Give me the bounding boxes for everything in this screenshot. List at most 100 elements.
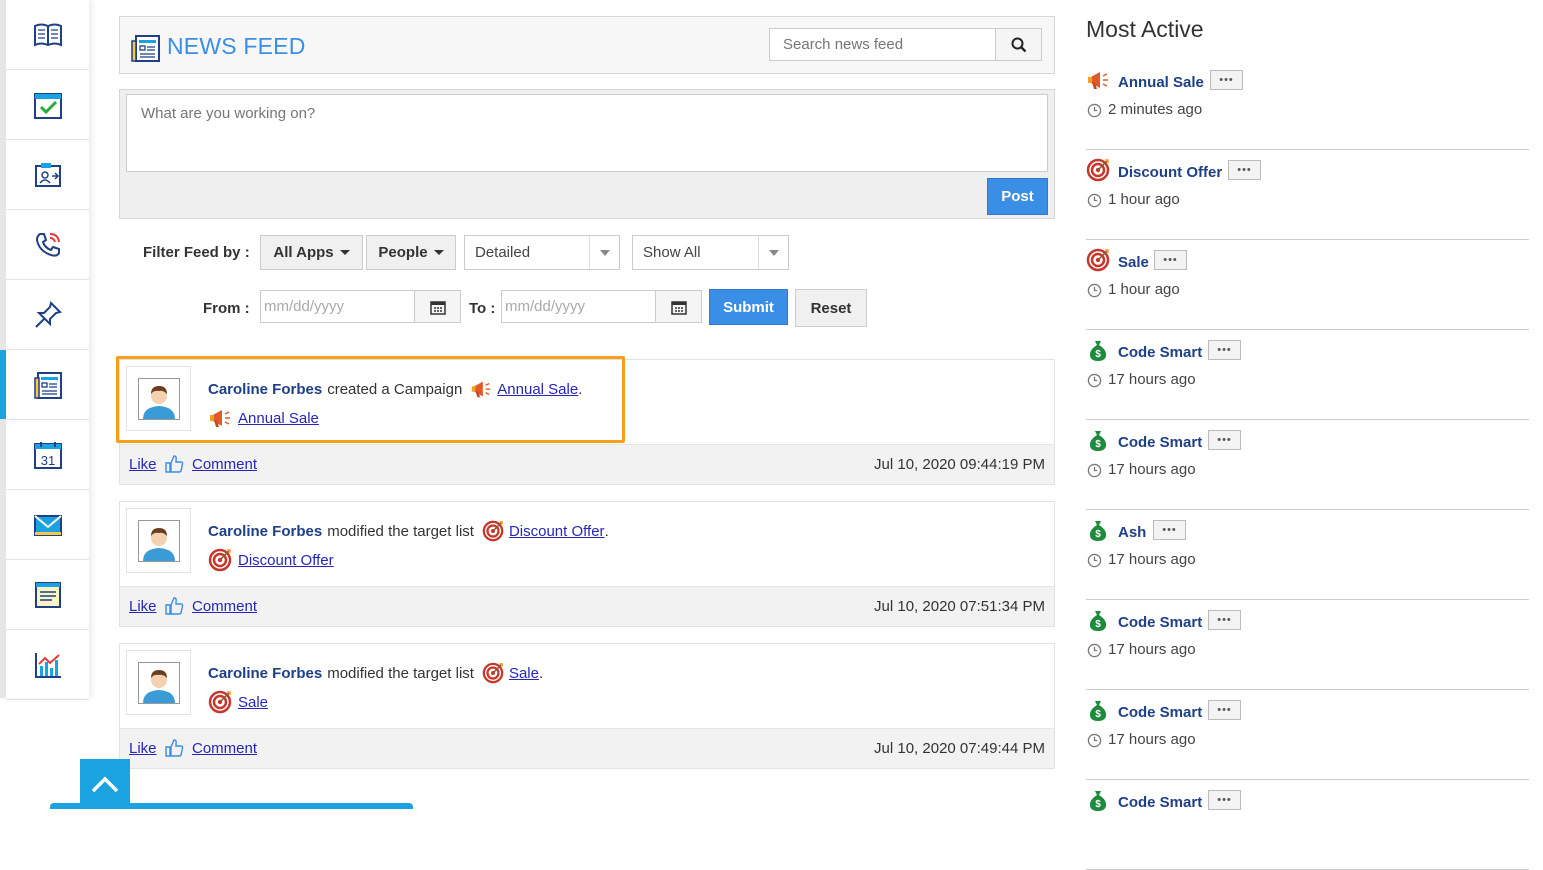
date-row: From : mm/dd/yyyy To : mm/dd/yyyy Submit… [119, 289, 1055, 327]
caret-down-icon [339, 250, 350, 255]
more-options-button[interactable]: ••• [1208, 700, 1241, 720]
avatar[interactable] [126, 366, 191, 431]
comment-link[interactable]: Comment [192, 740, 257, 757]
submit-button[interactable]: Submit [709, 289, 788, 325]
most-active-item: $ Code Smart ••• 17 hours ago [1086, 690, 1529, 780]
target-list-link[interactable]: Sale [509, 665, 539, 682]
email-icon [33, 514, 62, 536]
thumbs-up-icon[interactable] [164, 596, 184, 616]
most-active-name[interactable]: Code Smart [1118, 434, 1202, 451]
most-active-name[interactable]: Sale [1118, 254, 1149, 271]
more-options-button[interactable]: ••• [1208, 610, 1241, 630]
avatar[interactable] [126, 508, 191, 573]
feed-post-headline: Caroline Forbes modified the target list… [208, 520, 609, 542]
most-active-name[interactable]: Code Smart [1118, 614, 1202, 631]
calendar-check-icon [33, 92, 62, 119]
comment-link[interactable]: Comment [192, 456, 257, 473]
contact-card-icon [34, 162, 61, 187]
from-date-field[interactable]: mm/dd/yyyy [260, 290, 461, 323]
clock-icon [1087, 463, 1102, 478]
campaign-link[interactable]: Annual Sale [497, 381, 578, 398]
actor-name[interactable]: Caroline Forbes [208, 381, 322, 398]
sidebar-item-email[interactable] [6, 490, 89, 560]
to-date-field[interactable]: mm/dd/yyyy [501, 290, 702, 323]
more-options-button[interactable]: ••• [1154, 250, 1187, 270]
campaign-attachment-link[interactable]: Annual Sale [238, 410, 319, 427]
more-options-button[interactable]: ••• [1228, 160, 1261, 180]
feed-post-attachment: Annual Sale [208, 406, 319, 430]
reset-button[interactable]: Reset [795, 289, 867, 327]
action-text: created a Campaign [327, 380, 463, 398]
most-active-name[interactable]: Code Smart [1118, 704, 1202, 721]
sidebar-item-news-feed[interactable] [0, 350, 89, 420]
target-list-link[interactable]: Discount Offer [509, 523, 605, 540]
feed-post: Caroline Forbes modified the target list… [119, 643, 1055, 769]
search-input[interactable] [770, 29, 995, 60]
actor-name[interactable]: Caroline Forbes [208, 665, 322, 682]
view-select[interactable]: Detailed [464, 235, 620, 270]
sidebar-item-calls[interactable] [6, 210, 89, 280]
sidebar-item-tasks[interactable] [6, 70, 89, 140]
sidebar-item-book[interactable] [6, 0, 89, 70]
megaphone-icon [210, 410, 230, 427]
most-active-name[interactable]: Code Smart [1118, 794, 1202, 811]
feed-post-body: Caroline Forbes created a Campaign Annua… [116, 356, 1054, 444]
target-list-attachment-link[interactable]: Discount Offer [238, 552, 334, 569]
post-timestamp: Jul 10, 2020 07:49:44 PM [874, 740, 1045, 757]
most-active-name[interactable]: Code Smart [1118, 344, 1202, 361]
feed-post-attachment: Sale [208, 690, 268, 714]
suffix: . [604, 522, 609, 540]
most-active-time: 17 hours ago [1108, 641, 1196, 658]
to-label: To : [469, 300, 496, 317]
like-link[interactable]: Like [129, 740, 157, 757]
from-label: From : [203, 300, 250, 317]
show-select[interactable]: Show All [632, 235, 789, 270]
more-options-button[interactable]: ••• [1153, 520, 1186, 540]
sidebar-item-notes[interactable] [6, 560, 89, 630]
post-timestamp: Jul 10, 2020 07:51:34 PM [874, 598, 1045, 615]
most-active-name[interactable]: Annual Sale [1118, 74, 1204, 91]
search-icon [1011, 37, 1026, 52]
most-active-time: 2 minutes ago [1108, 101, 1203, 118]
thumbs-up-icon[interactable] [164, 454, 184, 474]
calendar-icon[interactable] [655, 291, 701, 322]
target-list-attachment-link[interactable]: Sale [238, 694, 268, 711]
scroll-to-top-button[interactable] [80, 759, 130, 809]
left-sidebar: 31 [0, 0, 89, 700]
status-textarea[interactable] [126, 94, 1048, 172]
chart-icon [34, 652, 61, 678]
like-link[interactable]: Like [129, 456, 157, 473]
suffix: . [538, 664, 544, 682]
actor-name[interactable]: Caroline Forbes [208, 523, 322, 540]
more-options-button[interactable]: ••• [1210, 70, 1243, 90]
people-dropdown[interactable]: People [366, 235, 456, 270]
svg-text:$: $ [1095, 709, 1101, 720]
bottom-bar [50, 803, 413, 809]
clock-icon [1087, 283, 1102, 298]
sidebar-item-contacts[interactable] [6, 140, 89, 210]
sidebar-item-reports[interactable] [6, 630, 89, 700]
comment-link[interactable]: Comment [192, 598, 257, 615]
sidebar-item-pin[interactable] [6, 280, 89, 350]
most-active-item: Sale ••• 1 hour ago [1086, 240, 1529, 330]
more-options-button[interactable]: ••• [1208, 790, 1241, 810]
view-select-value: Detailed [475, 244, 531, 261]
avatar[interactable] [126, 650, 191, 715]
most-active-name[interactable]: Discount Offer [1118, 164, 1222, 181]
all-apps-dropdown[interactable]: All Apps [260, 235, 363, 270]
search-button[interactable] [995, 29, 1041, 60]
more-options-button[interactable]: ••• [1208, 430, 1241, 450]
sidebar-item-calendar[interactable]: 31 [6, 420, 89, 490]
thumbs-up-icon[interactable] [164, 738, 184, 758]
svg-text:$: $ [1095, 619, 1101, 630]
pin-icon [34, 300, 62, 328]
action-text: modified the target list [327, 522, 474, 540]
most-active-item: $ Code Smart ••• [1086, 780, 1529, 870]
post-button[interactable]: Post [987, 178, 1048, 215]
megaphone-icon [472, 381, 491, 398]
calendar-icon[interactable] [414, 291, 460, 322]
like-link[interactable]: Like [129, 598, 157, 615]
most-active-name[interactable]: Ash [1118, 524, 1146, 541]
more-options-button[interactable]: ••• [1208, 340, 1241, 360]
user-avatar-icon [138, 520, 179, 561]
